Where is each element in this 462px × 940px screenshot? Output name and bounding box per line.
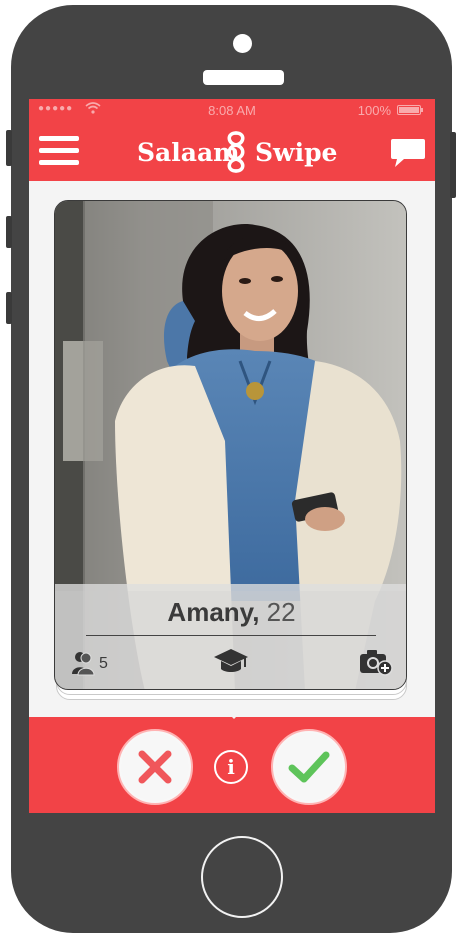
name-divider — [86, 635, 376, 636]
menu-button[interactable] — [39, 136, 79, 166]
app-logo: Salaam Swipe — [137, 131, 337, 173]
profile-card[interactable]: Amany, 22 5 — [54, 200, 407, 690]
hamburger-menu-icon-bar — [39, 160, 79, 165]
status-bar: ●●●●● 8:08 AM 100% — [29, 99, 435, 119]
battery-fill — [399, 107, 419, 113]
reject-button[interactable] — [117, 729, 193, 805]
logo-ornament-icon — [227, 131, 245, 173]
hamburger-menu-icon-bar — [39, 148, 79, 153]
info-button[interactable]: i — [214, 750, 248, 784]
profile-card-stack: Amany, 22 5 — [54, 200, 407, 700]
battery-icon — [397, 105, 423, 115]
logo-text-swipe: Swipe — [255, 138, 338, 167]
volume-down-button — [6, 292, 12, 324]
accept-button[interactable] — [271, 729, 347, 805]
top-navbar: ●●●●● 8:08 AM 100% Salaam Swipe — [29, 99, 435, 181]
profile-age: 22 — [266, 597, 296, 627]
app-screen: ●●●●● 8:08 AM 100% Salaam Swipe Amany, 2… — [29, 99, 435, 813]
profile-info-panel: Amany, 22 5 — [55, 584, 406, 689]
profile-name-line: Amany, 22 — [55, 597, 406, 628]
checkmark-icon — [288, 751, 330, 783]
mutual-friends-icon — [72, 652, 95, 676]
graduation-cap-icon — [214, 649, 248, 672]
mutual-friends[interactable]: 5 — [71, 650, 108, 676]
add-photo-icon — [360, 650, 393, 676]
card-area: Amany, 22 5 — [29, 181, 435, 717]
hamburger-menu-icon — [39, 136, 79, 141]
home-button[interactable] — [201, 836, 283, 918]
action-bar: i — [29, 705, 435, 813]
mutual-friends-count: 5 — [99, 655, 108, 672]
earpiece-speaker — [203, 70, 284, 85]
x-icon — [138, 750, 172, 784]
front-camera — [233, 34, 252, 53]
profile-name: Amany, — [167, 597, 260, 627]
power-button — [450, 132, 456, 198]
chat-bubble-icon — [391, 139, 425, 167]
mute-switch — [6, 130, 12, 166]
card-pointer — [220, 705, 248, 719]
volume-up-button — [6, 216, 12, 248]
chat-button[interactable] — [390, 137, 426, 169]
battery-percent: 100% — [357, 103, 391, 118]
